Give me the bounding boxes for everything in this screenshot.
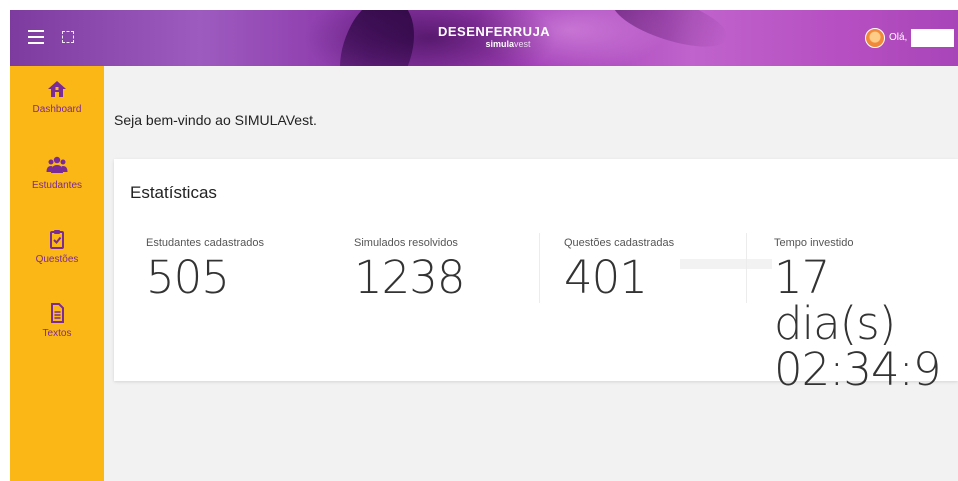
stat-value: 401 <box>564 251 648 304</box>
stat-label: Simulados resolvidos <box>354 237 458 249</box>
sidebar: Dashboard Estudantes Questões Textos <box>10 66 104 481</box>
statistics-card: Estatísticas Estudantes cadastrados 505 … <box>114 159 958 393</box>
brand-title: DESENFERRUJA <box>438 24 551 39</box>
hamburger-menu-icon[interactable] <box>28 30 44 44</box>
stat-label: Tempo investido <box>774 237 854 249</box>
document-icon <box>51 303 64 323</box>
sidebar-item-label: Dashboard <box>32 104 82 115</box>
sidebar-item-label: Textos <box>42 328 72 339</box>
divider <box>539 233 540 303</box>
card-title: Estatísticas <box>130 183 217 202</box>
welcome-message: Seja bem-vindo ao SIMULAVest. <box>114 112 317 128</box>
stat-label: Estudantes cadastrados <box>146 237 265 249</box>
sidebar-item-estudantes[interactable]: Estudantes <box>10 154 104 191</box>
divider <box>746 233 747 303</box>
stat-questions-registered: Questões cadastradas 401 <box>564 237 674 301</box>
stat-students-registered: Estudantes cadastrados 505 <box>146 237 264 301</box>
home-icon <box>48 81 66 97</box>
sidebar-item-textos[interactable]: Textos <box>10 302 104 339</box>
faded-background-text <box>680 259 772 269</box>
clipboard-check-icon <box>50 230 64 249</box>
stat-simulations-solved: Simulados resolvidos 1238 <box>354 237 466 304</box>
sidebar-item-dashboard[interactable]: Dashboard <box>10 78 104 115</box>
fullscreen-icon[interactable] <box>62 31 74 43</box>
top-navbar: DESENFERRUJA simulavest Olá, ⌄ <box>10 10 958 66</box>
greeting-text: Olá, <box>889 32 908 43</box>
stat-value: 1238 <box>354 251 466 304</box>
brand-subtitle: simulavest <box>485 39 531 49</box>
brand-logo[interactable]: DESENFERRUJA simulavest <box>438 24 551 50</box>
stat-time-invested: Tempo investido 17 dia(s) 02:34:9 <box>774 237 958 393</box>
stat-value-days: 17 dia(s) <box>774 251 896 350</box>
header-decoration <box>320 10 434 66</box>
sidebar-item-label: Questões <box>35 254 79 265</box>
stat-value: 505 <box>146 251 230 304</box>
sidebar-item-questoes[interactable]: Questões <box>10 228 104 265</box>
header-decoration-secondary <box>606 10 734 58</box>
sidebar-item-label: Estudantes <box>31 180 83 191</box>
users-icon <box>46 156 68 173</box>
avatar[interactable] <box>865 28 885 48</box>
username-redacted <box>911 29 954 47</box>
stat-label: Questões cadastradas <box>564 237 675 249</box>
main-content: Seja bem-vindo ao SIMULAVest. Estatístic… <box>104 66 958 481</box>
stat-value-time: 02:34:9 <box>774 343 941 396</box>
